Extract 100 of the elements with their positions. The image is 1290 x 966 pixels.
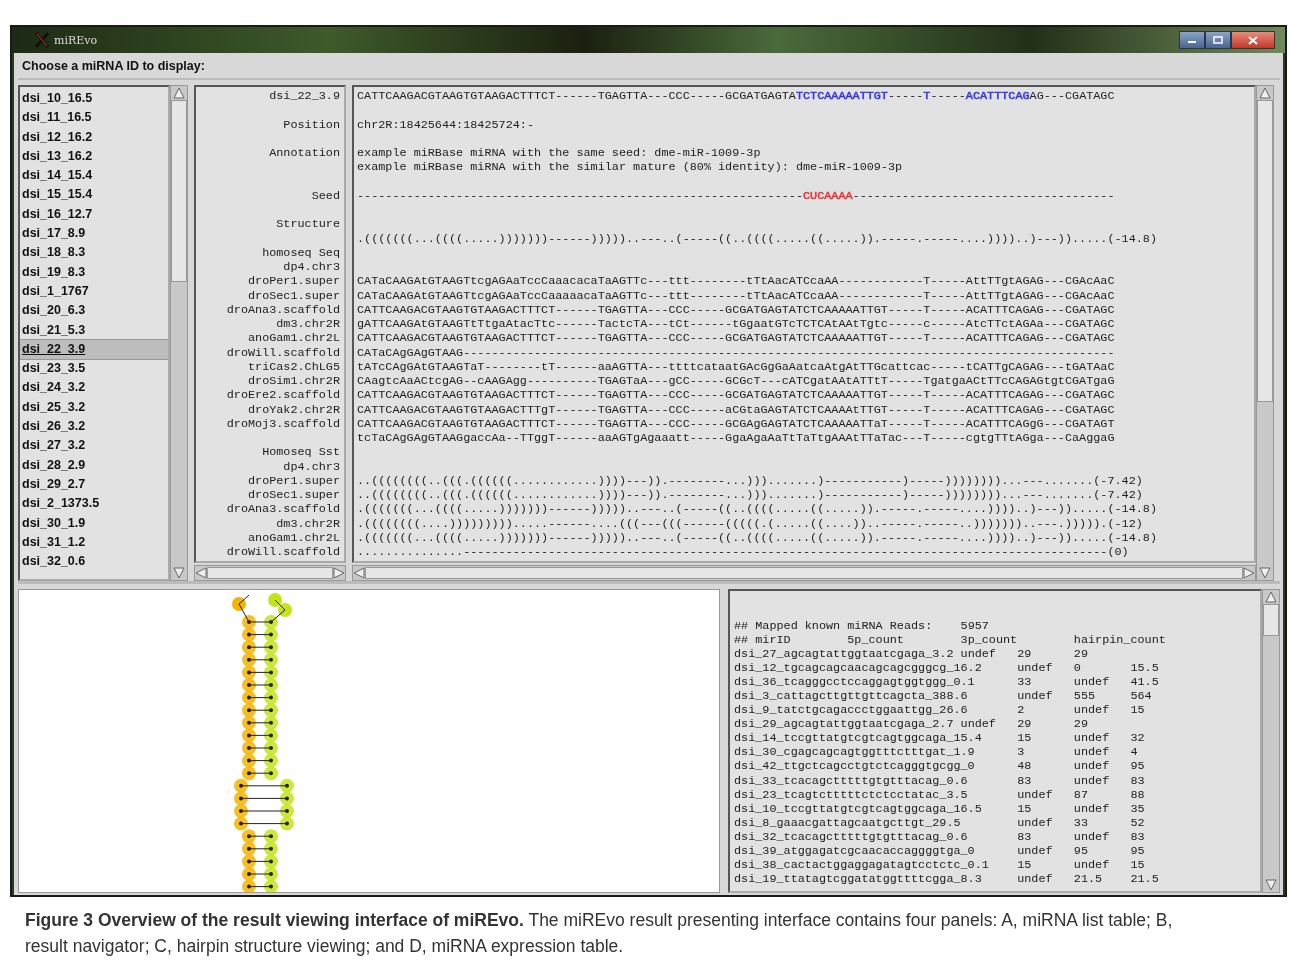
table-row: dsi_30_cgagcagcagtggtttctttgat_1.9 3 undef 4 bbox=[734, 745, 1138, 760]
field-label: droMoj3.scaffold bbox=[226, 416, 340, 431]
field-label: Structure bbox=[276, 217, 340, 232]
mirna-list-item[interactable]: dsi_24_3.2 bbox=[20, 378, 168, 398]
field-label: Annotation bbox=[269, 146, 340, 160]
result-line: gATTCAAGAtGTAAGTtTtgaAtacTtc------TactcTA---tCt------tGgaatGTcTCTCAtAAtTgtc-----c-----AtcTTctAGAa---CGATAGC bbox=[357, 317, 1115, 331]
maximize-button[interactable] bbox=[1205, 31, 1231, 49]
result-line: .(((((((...((((.....)))))))------)))))..---..(-----((..((((.....((.....)).-----.-----....))))..)---)).....(-14.8) bbox=[357, 502, 1157, 517]
scrollbar-thumb[interactable] bbox=[1263, 604, 1279, 636]
scrollbar[interactable] bbox=[1262, 589, 1280, 893]
mirna-list-item[interactable]: dsi_12_16.2 bbox=[20, 127, 168, 147]
result-line: tcTaCAgGAgGTAAGgaccAa--TTggT------aaAGTgAgaaatt-----GgaAgaAaTtTaTtgAAAtTTaTac---T-----cgtgTTtAGga---CaAggaG bbox=[357, 431, 1115, 445]
table-row: dsi_14_tccgttatgtcgtcagtggcaga_15.4 15 undef 32 bbox=[734, 731, 1145, 746]
mirna-list-item[interactable]: dsi_18_8.3 bbox=[20, 243, 168, 263]
field-label: droEre2.scaffold bbox=[226, 388, 340, 403]
table-row: dsi_12_tgcagcagcaacagcagcgggcg_16.2 undef 0 15.5 bbox=[734, 661, 1159, 676]
table-row: dsi_29_agcagtattggtaatcgaga_2.7 undef 29 29 bbox=[734, 717, 1088, 732]
scroll-down-icon[interactable] bbox=[173, 567, 185, 579]
scrollbar[interactable] bbox=[1256, 85, 1274, 581]
result-line: CATTCAAGACGTAAGTGTAAGACTTTgT------TGAGTTA---CCC-----aCGtaGAGTATCTCAAAAtTTGT-----T-----ACATTTCAGAG---CGATAGC bbox=[357, 402, 1115, 417]
scrollbar[interactable] bbox=[170, 85, 188, 581]
result-line: CATTCAAGACGTAAGTGTAAGACTTTCT------TGAGTTA---CCC-----GCGAgGAGTATCTCAAAAATTaT-----T-----ACATTTCAGgG---CGATAGT bbox=[357, 416, 1115, 431]
field-label: droAna3.scaffold bbox=[226, 302, 340, 317]
mirna-list-item[interactable]: dsi_20_6.3 bbox=[20, 301, 168, 321]
mirna-list-item[interactable]: dsi_16_12.7 bbox=[20, 204, 168, 225]
field-label: triCas2.ChLG5 bbox=[247, 359, 340, 374]
close-button[interactable] bbox=[1231, 31, 1275, 49]
mirna-list-item[interactable]: dsi_13_16.2 bbox=[20, 146, 168, 167]
field-label: droPer1.super bbox=[247, 473, 340, 488]
mirna-list-item[interactable]: dsi_29_2.7 bbox=[20, 474, 168, 495]
mirna-list-item[interactable]: dsi_21_5.3 bbox=[20, 320, 168, 340]
scroll-right-icon[interactable] bbox=[333, 567, 345, 579]
scrollbar[interactable] bbox=[352, 565, 1256, 581]
mirna-list-item[interactable]: dsi_10_16.5 bbox=[20, 89, 168, 109]
field-label: droWill.scaffold bbox=[226, 345, 340, 360]
table-row: dsi_33_tcacagctttttgtgtttacag_0.6 83 undef 83 bbox=[734, 773, 1145, 788]
field-label: droSec1.super bbox=[247, 288, 340, 303]
window-title: miREvo bbox=[54, 33, 98, 47]
mirna-list-item[interactable]: dsi_25_3.2 bbox=[20, 397, 168, 418]
mirna-list-item[interactable]: dsi_2_1373.5 bbox=[20, 494, 168, 514]
scrollbar-thumb[interactable] bbox=[171, 100, 187, 282]
mirna-list-item[interactable]: dsi_1_1767 bbox=[20, 281, 168, 302]
table-header: ## mirID 5p_count 3p_count hairpin_count bbox=[734, 633, 1166, 648]
mirna-list-item[interactable]: dsi_17_8.9 bbox=[20, 224, 168, 244]
result-line: CAagtcAaACtcgAG--cAAGAgg----------TGAGTaA---gCC-----GCGcT---cATCgatAAtATTtT-----TgatgaACtTTcCAGAGtgtCGATgaG bbox=[357, 374, 1115, 388]
result-line: chr2R:18425644:18425724:- bbox=[357, 117, 534, 132]
mirna-list-item[interactable]: dsi_28_2.9 bbox=[20, 455, 168, 475]
mirna-list-item[interactable]: dsi_26_3.2 bbox=[20, 417, 168, 437]
field-label: Position bbox=[283, 117, 340, 132]
scroll-right-icon[interactable] bbox=[1243, 567, 1255, 579]
result-line: CATTCAAGACGTAAGTGTAAGACTTTCT------TGAGTTA---CCC-----GCGATGAGTATCTCAAAAATTGT-----T-----ACATTTCAGAG---CGATAGC bbox=[357, 302, 1115, 317]
scroll-left-icon[interactable] bbox=[195, 567, 207, 579]
mirna-list-item[interactable]: dsi_22_3.9 bbox=[20, 339, 168, 360]
mirna-list-item[interactable]: dsi_30_1.9 bbox=[20, 513, 168, 533]
result-line: ..((((((((..(((.((((((............))))---)).--------...))).......)-----------)-----))))))))...---.......(-7.42) bbox=[357, 488, 1143, 502]
scroll-down-icon[interactable] bbox=[1265, 879, 1277, 891]
field-label: homoseq Seq bbox=[262, 245, 340, 260]
table-row: dsi_3_cattagcttgttgttcagcta_388.6 undef 555 564 bbox=[734, 689, 1152, 704]
scrollbar-thumb[interactable] bbox=[365, 567, 1243, 579]
mirna-list-item[interactable]: dsi_31_1.2 bbox=[20, 532, 168, 553]
scrollbar-thumb[interactable] bbox=[1257, 100, 1273, 402]
field-label: dp4.chr3 bbox=[283, 459, 340, 474]
mirna-list-item[interactable]: dsi_15_15.4 bbox=[20, 185, 168, 205]
result-line: CATTCAAGACGTAAGTGTAAGACTTTCT------TGAGTTA---CCC-----GCGATGAGTATCTCAAAAATTGT-----T-----ACATTTCAGAG---CGATAGC bbox=[357, 388, 1115, 403]
maximize-icon bbox=[1213, 36, 1223, 44]
field-label: droAna3.scaffold bbox=[226, 502, 340, 517]
prompt-label: Choose a miRNA ID to display: bbox=[18, 53, 1280, 80]
field-label: droSim1.chr2R bbox=[247, 374, 340, 388]
close-icon bbox=[1248, 35, 1258, 45]
table-row: dsi_36_tcagggcctccaggagtggtggg_0.1 33 undef 41.5 bbox=[734, 675, 1159, 690]
result-line: .(((((((...((((.....)))))))------)))))..---..(-----((..((((.....((.....)).-----.-----....))))..)---)).....(-14.8) bbox=[357, 530, 1157, 545]
minimize-button[interactable] bbox=[1179, 31, 1205, 49]
table-row: dsi_27_agcagtattggtaatcgaga_3.2 undef 29 29 bbox=[734, 647, 1088, 662]
field-label: dsi_22_3.9 bbox=[269, 89, 340, 103]
table-row: dsi_10_tccgttatgtcgtcagtggcaga_16.5 15 undef 35 bbox=[734, 801, 1145, 816]
mirna-list-item[interactable]: dsi_11_16.5 bbox=[20, 108, 168, 128]
field-label: droYak2.chr2R bbox=[247, 402, 340, 417]
result-line: tATcCAgGAtGTAAGTaT--------tT------aaAGTTA---ttttcataatGAcGgGaAatcaAtgAtTTGcattcac-----tCATTgCAGAG---tGATAaC bbox=[357, 359, 1115, 374]
field-label: droSec1.super bbox=[247, 488, 340, 502]
scrollbar-thumb[interactable] bbox=[207, 567, 333, 579]
mirna-list-item[interactable]: dsi_23_3.5 bbox=[20, 359, 168, 379]
mirna-list-item[interactable]: dsi_19_8.3 bbox=[20, 262, 168, 282]
result-line: CATaCAAGAtGTAAGTtcgAGAaTccCaaaaacaTaAGTTc---ttt--------tTtAacATCcaAA------------T-----AttTTgtAGAG---CGAcAaC bbox=[357, 288, 1115, 303]
scroll-down-icon[interactable] bbox=[1259, 567, 1271, 579]
result-line: ..((((((((..(((.((((((............))))---)).--------...))).......)-----------)-----))))))))...---.......(-7.42) bbox=[357, 473, 1143, 488]
mirna-list-item[interactable]: dsi_27_3.2 bbox=[20, 436, 168, 456]
result-line: .((((((((....))))))))).....------....(((---(((------(((((.(.....((....))..-----.-----..)))))))..---.))))).(-12) bbox=[357, 516, 1143, 531]
sequence-line: ---------------------------------------------------------------CUCAAAA------------------------------------- bbox=[357, 188, 1115, 203]
mirna-list-item[interactable]: dsi_14_15.4 bbox=[20, 166, 168, 186]
result-line: ...............-------------------------------------------------------------------------------------------(0) bbox=[357, 545, 1129, 559]
mirna-list-item[interactable]: dsi_32_0.6 bbox=[20, 552, 168, 572]
scroll-left-icon[interactable] bbox=[353, 567, 365, 579]
field-label: anoGam1.chr2L bbox=[247, 331, 340, 346]
x-logo-icon bbox=[34, 32, 50, 48]
scrollbar[interactable] bbox=[194, 565, 346, 581]
field-label: dp4.chr3 bbox=[283, 260, 340, 274]
table-row: dsi_19_ttatagtcggatatggttttcgga_8.3 undef 21.5 21.5 bbox=[734, 871, 1159, 886]
field-label: droPer1.super bbox=[247, 274, 340, 289]
field-label: Seed bbox=[311, 188, 340, 203]
result-line: CATTCAAGACGTAAGTGTAAGACTTTCT------TGAGTTA---CCC-----GCGATGAGTATCTCAAAAATTGT-----T-----ACATTTCAGAG---CGATAGC bbox=[357, 331, 1115, 346]
